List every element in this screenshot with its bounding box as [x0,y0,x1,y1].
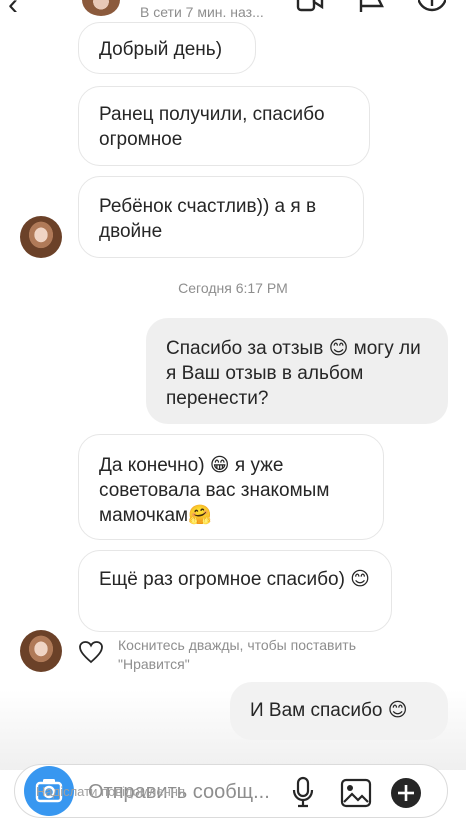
message-text: И Вам спасибо 😊 [250,700,408,721]
message-text: Да конечно) 😁 я уже советовала вас знако… [99,455,330,526]
message-bubble-incoming[interactable]: Да конечно) 😁 я уже советовала вас знако… [78,434,384,540]
timestamp: Сегодня 6:17 PM [178,280,288,296]
info-icon[interactable] [418,0,446,14]
message-text: Ребёнок счастлив)) а я в двойне [99,196,317,242]
plus-icon[interactable] [390,777,422,809]
online-status: В сети 7 мин. наз... [140,4,264,20]
double-tap-like-hint: Коснитесь дважды, чтобы поставить "Нрави… [118,637,357,672]
translation-overlay-text: Надіслати повідомлення [36,784,185,799]
message-bubble-outgoing[interactable]: Спасибо за отзыв 😊 могу ли я Ваш отзыв в… [146,318,448,424]
sender-avatar[interactable] [20,630,62,672]
microphone-icon[interactable] [290,776,316,808]
gallery-icon[interactable] [340,778,372,808]
message-bubble-incoming[interactable]: Ещё раз огромное спасибо) 😊 [78,550,392,632]
sender-avatar[interactable] [20,216,62,258]
message-bubble-incoming[interactable]: Добрый день) [78,22,256,74]
back-arrow-icon[interactable]: ‹ [8,0,18,22]
video-call-icon[interactable] [296,0,324,14]
message-text: Ранец получили, спасибо огромное [99,104,325,150]
message-bubble-outgoing[interactable]: И Вам спасибо 😊 [230,682,448,740]
message-bubble-incoming[interactable]: Ребёнок счастлив)) а я в двойне [78,176,364,258]
message-text: Ещё раз огромное спасибо) 😊 [99,569,370,590]
header-avatar[interactable] [82,0,120,16]
message-text: Добрый день) [99,39,223,60]
heart-icon[interactable] [78,640,104,664]
message-bubble-incoming[interactable]: Ранец получили, спасибо огромное [78,86,370,166]
message-text: Спасибо за отзыв 😊 могу ли я Ваш отзыв в… [166,338,421,409]
flag-icon[interactable] [358,0,386,14]
